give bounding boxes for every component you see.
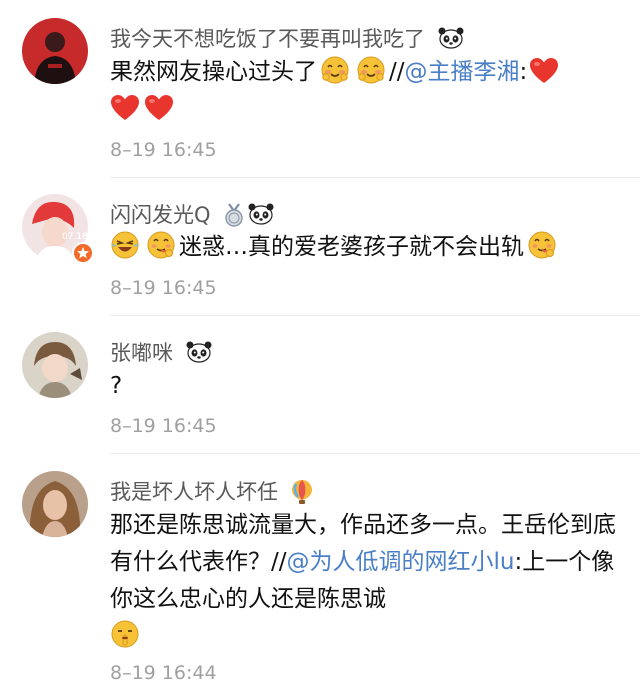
avatar[interactable]	[22, 471, 88, 537]
avatar[interactable]	[22, 18, 88, 84]
divider	[110, 315, 640, 316]
username[interactable]: 张嘟咪	[110, 339, 212, 367]
divider	[110, 177, 640, 178]
heart-icon	[144, 94, 174, 122]
heart-icon	[529, 57, 559, 85]
username[interactable]: 我是坏人坏人坏任	[110, 478, 313, 506]
comment-text: 果然网友操心过头了	[110, 59, 317, 85]
medal-icon	[223, 203, 245, 227]
reply-separator: //	[271, 549, 287, 575]
comment-body: 那还是陈思诚流量大，作品还多一点。王岳伦到底有什么代表作？​//@为人低调的网红…	[110, 507, 620, 655]
timestamp: 8–19 16:44	[110, 662, 217, 684]
yummy-face-icon	[146, 230, 176, 260]
username[interactable]: 闪闪发光Q	[110, 201, 274, 229]
blush-face-icon	[356, 55, 386, 85]
comment-text: 迷惑…真的爱老婆孩子就不会出轨	[179, 234, 524, 260]
panda-icon	[248, 203, 274, 225]
panda-icon	[438, 27, 464, 49]
timestamp: 8–19 16:45	[110, 415, 217, 437]
hot-air-balloon-icon	[291, 479, 313, 505]
shushing-face-icon	[110, 619, 140, 649]
mention-colon: :	[519, 59, 528, 85]
timestamp: 8–19 16:45	[110, 277, 217, 299]
yummy-face-icon	[527, 230, 557, 260]
comment-body: ?	[110, 368, 620, 405]
username[interactable]: 我今天不想吃饭了不要再叫我吃了	[110, 25, 464, 53]
panda-icon	[186, 341, 212, 363]
avatar[interactable]	[22, 332, 88, 398]
divider	[110, 453, 640, 454]
laugh-cry-face-icon	[110, 230, 140, 260]
verified-badge-icon	[72, 242, 94, 264]
heart-icon	[110, 94, 140, 122]
timestamp: 8–19 16:45	[110, 139, 217, 161]
comment-body: 迷惑…真的爱老婆孩子就不会出轨	[110, 229, 620, 266]
svg-text:07.18: 07.18	[62, 232, 88, 242]
comment-body: 果然网友操心过头了 //@主播李湘:	[110, 54, 620, 128]
mention-link[interactable]: @为人低调的网红小lu	[287, 549, 515, 575]
reply-separator: //	[389, 59, 405, 85]
mention-link[interactable]: @主播李湘	[405, 59, 520, 85]
comment-text: ?	[110, 373, 123, 399]
blush-face-icon	[320, 55, 350, 85]
